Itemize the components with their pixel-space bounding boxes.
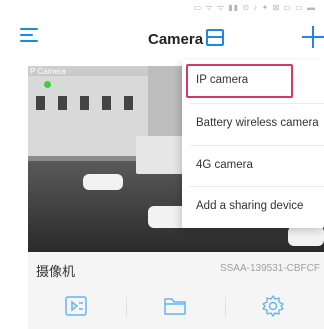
feed-window [58, 96, 67, 110]
recording-label: ... [55, 80, 62, 89]
hamburger-menu-icon[interactable] [20, 28, 38, 44]
menu-item-add-sharing-device[interactable]: Add a sharing device [182, 187, 324, 227]
status-icons: ▭ ᯤ ᯤ ▮▮ ⊙ ♪ ✦ ⊠ ▭ ▭ ▬ [193, 3, 316, 12]
feed-window [124, 96, 133, 110]
action-divider [126, 297, 127, 317]
settings-icon[interactable] [260, 293, 286, 319]
camera-name: 摄像机 [36, 264, 76, 279]
app-header: Camera [0, 18, 324, 60]
feed-window [102, 96, 111, 110]
camera-info-row: 摄像机 SSAA-139531-CBFCF [28, 252, 324, 286]
page-title: Camera [148, 31, 204, 48]
menu-item-ip-camera[interactable]: IP camera [182, 61, 324, 101]
menu-item-label: Add a sharing device [196, 200, 304, 212]
status-bar: ▭ ᯤ ᯤ ▮▮ ⊙ ♪ ✦ ⊠ ▭ ▭ ▬ [0, 0, 324, 16]
feed-window [80, 96, 89, 110]
feed-car [83, 174, 123, 190]
playback-icon[interactable] [63, 293, 89, 319]
layout-toggle-icon[interactable] [206, 29, 224, 46]
feed-camera-label: P Camera [30, 67, 66, 76]
menu-item-label: 4G camera [196, 159, 253, 171]
add-device-menu: IP camera Battery wireless camera 4G cam… [182, 60, 324, 228]
feed-truck [136, 136, 184, 174]
menu-item-4g-camera[interactable]: 4G camera [182, 146, 324, 186]
plus-icon[interactable] [302, 26, 324, 48]
recording-indicator-icon [44, 81, 51, 88]
menu-item-label: IP camera [196, 74, 249, 86]
menu-item-label: Battery wireless camera [196, 117, 319, 129]
camera-actions [28, 287, 324, 329]
feed-window [36, 96, 45, 110]
action-divider [225, 297, 226, 317]
feed-car [288, 226, 324, 246]
folder-icon[interactable] [162, 293, 188, 319]
device-id: SSAA-139531-CBFCF [219, 263, 320, 274]
menu-item-battery-wireless-camera[interactable]: Battery wireless camera [182, 104, 324, 144]
